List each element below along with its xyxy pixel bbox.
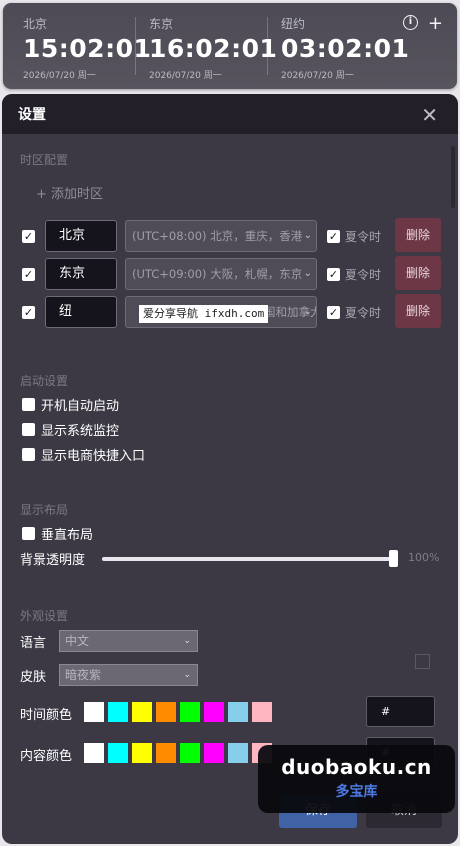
add-timezone-button[interactable]: + 添加时区 (36, 183, 103, 202)
ecommerce-shortcut-option[interactable]: 显示电商快捷入口 (22, 445, 145, 464)
clock-date: 2026/07/20 周一 (281, 71, 354, 81)
widget-toolbar: i + (402, 15, 443, 33)
timezone-section-title: 时区配置 (20, 153, 69, 167)
color-swatch[interactable] (84, 702, 104, 722)
dst-label: 夏令时 (345, 268, 382, 282)
timezone-name-input[interactable]: 纽 (45, 296, 117, 328)
clock-newyork: 纽约 03:02:01 2026/07/20 周一 (267, 3, 410, 89)
clock-city: 北京 (23, 17, 48, 31)
chevron-down-icon: ⌄ (303, 306, 312, 317)
auto-start-checkbox[interactable] (22, 398, 35, 411)
add-icon[interactable]: + (428, 15, 443, 33)
time-color-label: 时间颜色 (20, 708, 73, 723)
clock-beijing: 北京 15:02:01 2026/07/20 周一 (3, 3, 152, 89)
brand-watermark: duobaoku.cn 多宝库 (258, 745, 455, 813)
skin-label: 皮肤 (20, 670, 47, 685)
clock-city: 纽约 (281, 17, 306, 31)
startup-section-title: 启动设置 (20, 374, 69, 388)
timezone-row: ✓ 北京 (UTC+08:00) 北京，重庆，香港 ⌄ ✓ 夏令时 删除 (22, 218, 442, 252)
color-swatch[interactable] (228, 743, 248, 763)
timezone-select-value: (UTC+09:00) 大阪，札幌，东京 (132, 267, 303, 281)
clock-time: 03:02:01 (281, 34, 410, 63)
timezone-select[interactable]: (UTC+09:00) 大阪，札幌，东京 ⌄ (125, 258, 317, 290)
color-swatch[interactable] (204, 743, 224, 763)
clock-time: 15:02:01 (23, 34, 152, 63)
brand-domain: duobaoku.cn (281, 755, 432, 779)
dst-label: 夏令时 (345, 230, 382, 244)
delete-timezone-button[interactable]: 删除 (395, 256, 441, 290)
timezone-enable-checkbox[interactable]: ✓ (22, 306, 35, 319)
time-color-swatches (84, 702, 272, 722)
dst-label: 夏令时 (345, 306, 382, 320)
color-swatch[interactable] (180, 743, 200, 763)
color-swatch[interactable] (204, 702, 224, 722)
system-monitor-checkbox[interactable] (22, 423, 35, 436)
opacity-value: 100% (408, 551, 440, 564)
ecommerce-shortcut-checkbox[interactable] (22, 448, 35, 461)
clock-date: 2026/07/20 周一 (23, 71, 96, 81)
dialog-title: 设置 (18, 107, 46, 123)
timezone-select[interactable]: (UTC+08:00) 北京，重庆，香港 ⌄ (125, 220, 317, 252)
system-monitor-option[interactable]: 显示系统监控 (22, 420, 119, 439)
content-color-swatches (84, 743, 272, 763)
timezone-enable-checkbox[interactable]: ✓ (22, 230, 35, 243)
delete-timezone-button[interactable]: 删除 (395, 218, 441, 252)
close-icon[interactable]: ✕ (421, 103, 438, 127)
language-label: 语言 (20, 636, 47, 651)
clock-time: 16:02:01 (149, 34, 278, 63)
info-icon[interactable]: i (402, 15, 418, 30)
clock-city: 东京 (149, 17, 174, 31)
skin-select[interactable]: 暗夜紫 ⌄ (59, 664, 198, 686)
language-select-value: 中文 (65, 634, 90, 648)
timezone-row: ✓ 东京 (UTC+09:00) 大阪，札幌，东京 ⌄ ✓ 夏令时 删除 (22, 256, 442, 290)
watermark-label: 爱分享导航 ifxdh.com (139, 305, 269, 323)
color-swatch[interactable] (132, 702, 152, 722)
settings-dialog: 设置 ✕ 时区配置 + 添加时区 ✓ 北京 (UTC+08:00) 北京，重庆，… (2, 94, 458, 844)
color-swatch[interactable] (108, 702, 128, 722)
timezone-name-input[interactable]: 东京 (45, 258, 117, 290)
color-swatch[interactable] (180, 702, 200, 722)
color-swatch[interactable] (132, 743, 152, 763)
edit-icon[interactable] (415, 654, 430, 669)
appearance-section-title: 外观设置 (20, 609, 69, 623)
opacity-label: 背景透明度 (20, 553, 86, 568)
system-monitor-label: 显示系统监控 (41, 424, 120, 439)
ecommerce-shortcut-label: 显示电商快捷入口 (41, 449, 146, 464)
dialog-titlebar: 设置 ✕ (2, 94, 458, 134)
auto-start-label: 开机自动启动 (41, 399, 120, 414)
color-swatch[interactable] (228, 702, 248, 722)
opacity-slider-handle[interactable] (389, 550, 398, 567)
language-select[interactable]: 中文 ⌄ (59, 630, 198, 652)
vertical-layout-option[interactable]: 垂直布局 (22, 524, 93, 543)
scrollbar-thumb[interactable] (451, 146, 455, 208)
chevron-down-icon: ⌄ (183, 636, 191, 646)
time-color-hex-input[interactable]: # (366, 696, 435, 727)
color-swatch[interactable] (108, 743, 128, 763)
color-swatch[interactable] (156, 743, 176, 763)
brand-name: 多宝库 (335, 784, 378, 800)
delete-timezone-button[interactable]: 删除 (395, 294, 441, 328)
timezone-name-input[interactable]: 北京 (45, 220, 117, 252)
dst-checkbox[interactable]: ✓ (327, 230, 340, 243)
chevron-down-icon: ⌄ (303, 230, 312, 241)
clock-tokyo: 东京 16:02:01 2026/07/20 周一 (135, 3, 278, 89)
clock-date: 2026/07/20 周一 (149, 71, 222, 81)
dst-checkbox[interactable]: ✓ (327, 268, 340, 281)
color-swatch[interactable] (156, 702, 176, 722)
color-swatch[interactable] (252, 702, 272, 722)
opacity-slider[interactable] (102, 550, 398, 567)
layout-section-title: 显示布局 (20, 503, 69, 517)
auto-start-option[interactable]: 开机自动启动 (22, 395, 119, 414)
dst-checkbox[interactable]: ✓ (327, 306, 340, 319)
vertical-layout-checkbox[interactable] (22, 527, 35, 540)
color-swatch[interactable] (84, 743, 104, 763)
content-color-label: 内容颜色 (20, 749, 73, 764)
vertical-layout-label: 垂直布局 (41, 528, 94, 543)
timezone-select-value: (UTC+08:00) 北京，重庆，香港 (132, 229, 303, 243)
timezone-enable-checkbox[interactable]: ✓ (22, 268, 35, 281)
chevron-down-icon: ⌄ (183, 670, 191, 680)
chevron-down-icon: ⌄ (303, 268, 312, 279)
skin-select-value: 暗夜紫 (65, 668, 102, 682)
world-clock-widget: 北京 15:02:01 2026/07/20 周一 东京 16:02:01 20… (3, 3, 457, 89)
